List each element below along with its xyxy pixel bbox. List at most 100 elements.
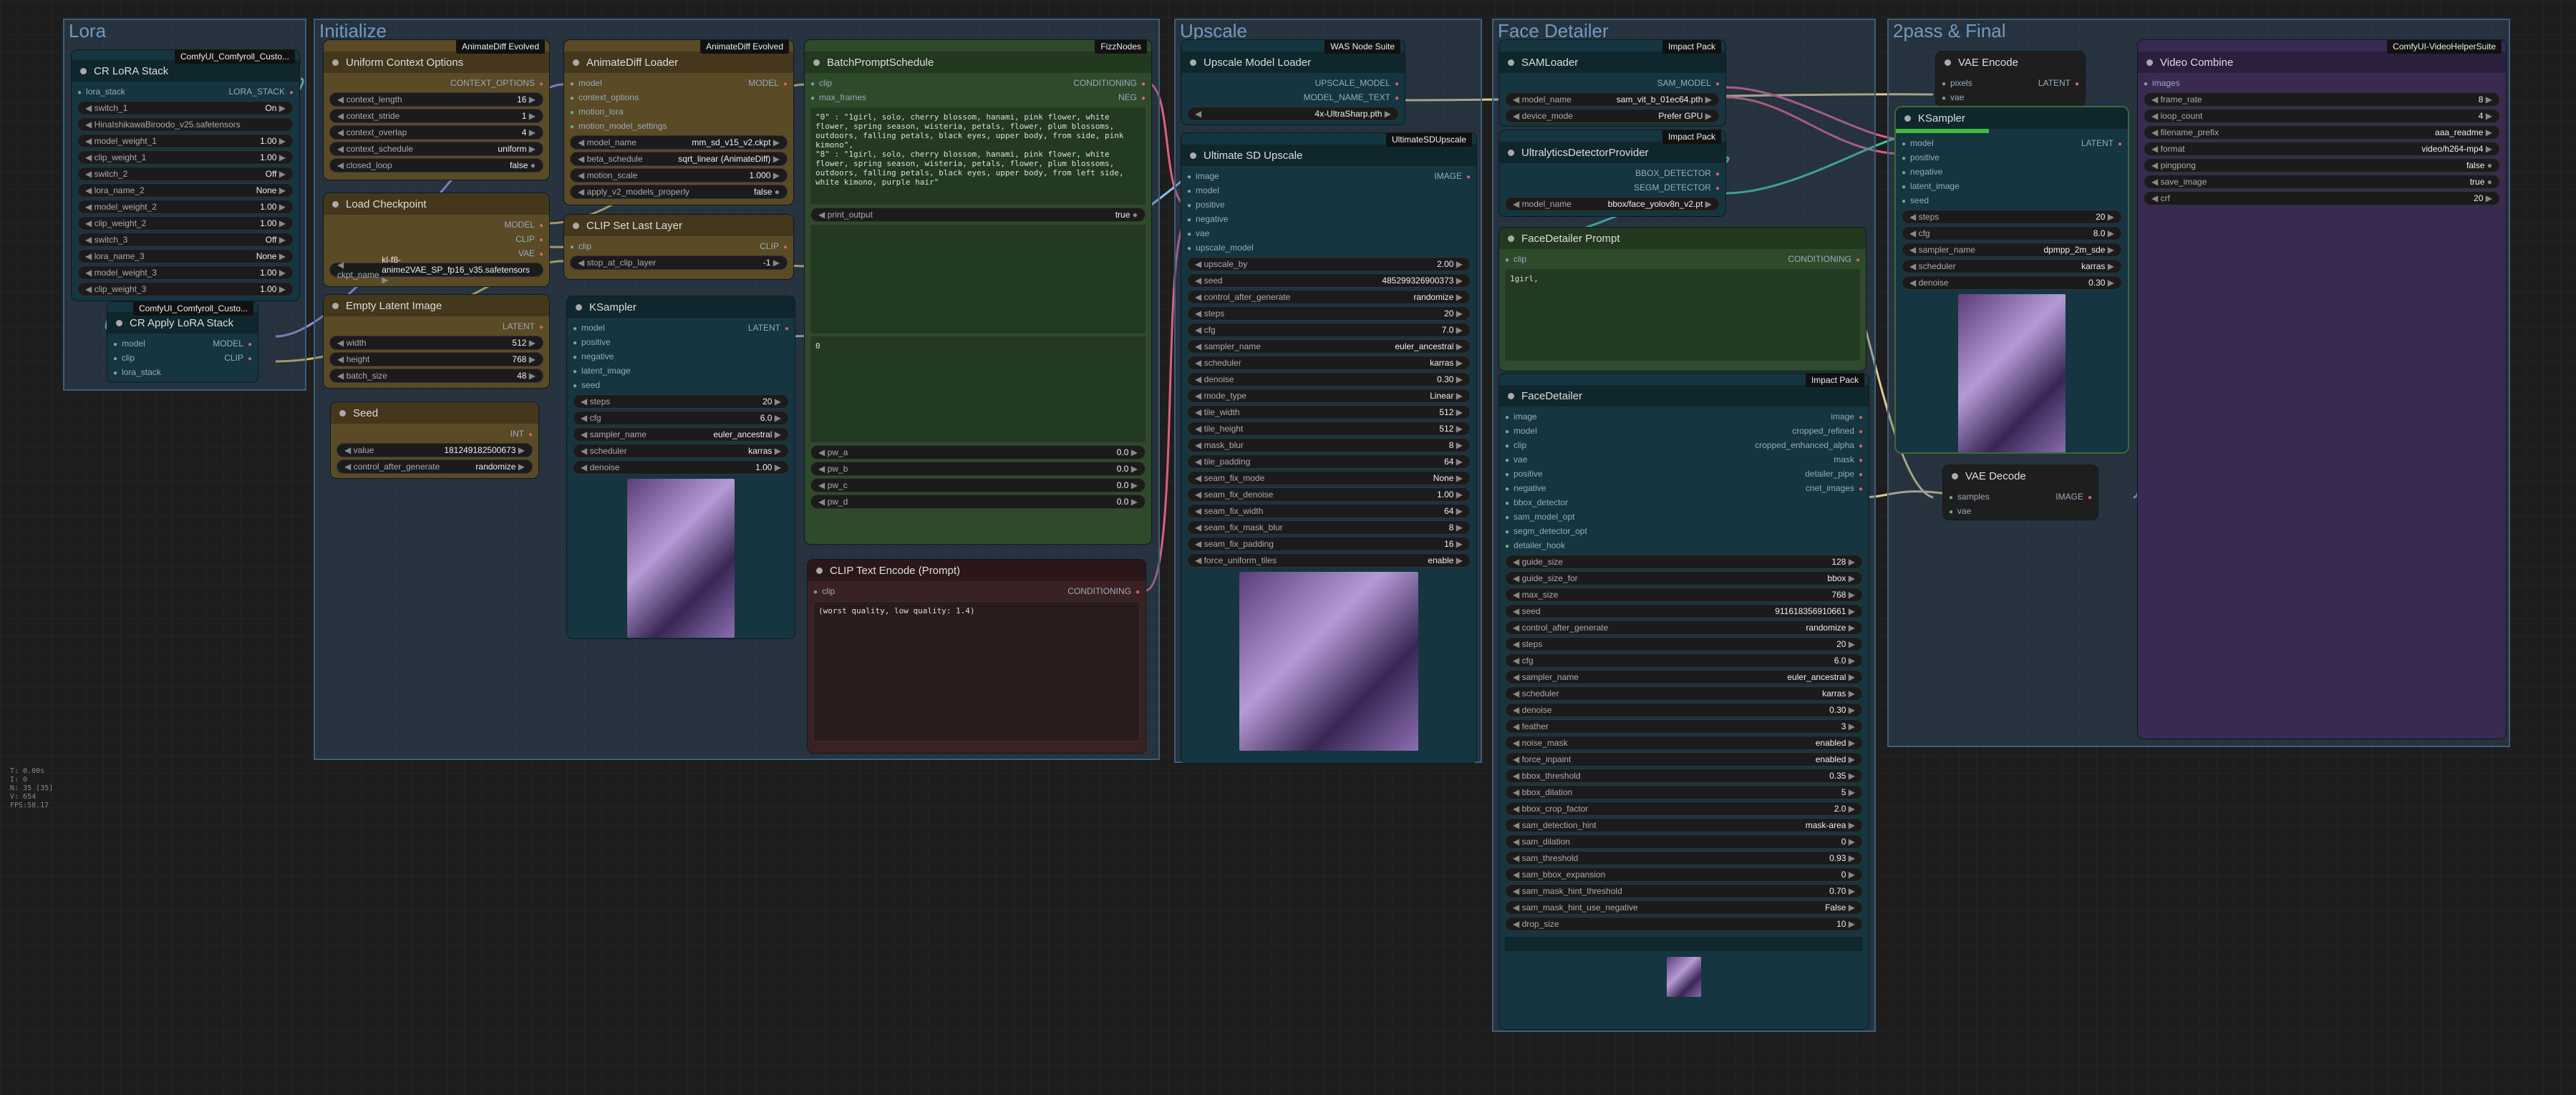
widget-clip-weight-2[interactable]: clip_weight_21.00 — [77, 216, 294, 230]
widget-scheduler[interactable]: schedulerkarras — [573, 444, 789, 458]
collapse-dot[interactable] — [813, 59, 820, 66]
output-conditioning[interactable]: CONDITIONING — [1073, 78, 1146, 88]
node-facedetailer[interactable]: Impact Pack FaceDetailer image image model… — [1499, 374, 1869, 1029]
input-image[interactable]: image — [1187, 171, 1219, 181]
input-vae[interactable]: vae — [1949, 506, 1971, 516]
widget-model-name[interactable]: model_namesam_vit_b_01ec64.pth — [1505, 92, 1720, 107]
collapse-dot[interactable] — [2146, 59, 2153, 66]
widget-sam-dilation[interactable]: sam_dilation0 — [1505, 834, 1863, 849]
node-clip-set-last-layer[interactable]: CLIP Set Last Layer clip CLIP stop_at_cli… — [564, 215, 793, 279]
widget-max-size[interactable]: max_size768 — [1505, 588, 1863, 602]
widget-steps[interactable]: steps20 — [573, 394, 789, 409]
widget-context-stride[interactable]: context_stride1 — [329, 109, 543, 123]
widget-crf[interactable]: crf20 — [2144, 191, 2500, 205]
widget-tile-width[interactable]: tile_width512 — [1187, 405, 1471, 419]
widget-sampler-name[interactable]: sampler_nameeuler_ancestral — [1505, 670, 1863, 684]
input-images[interactable]: images — [2144, 78, 2180, 88]
widget-ckpt-name[interactable]: ckpt_namekl-f8-anime2VAE_SP_fp16_v35.saf… — [329, 255, 543, 280]
output-neg[interactable]: NEG — [1118, 92, 1146, 102]
input-segm-detector-opt[interactable]: segm_detector_opt — [1505, 526, 1587, 536]
widget-control-after-generate[interactable]: control_after_generaterandomize — [1505, 620, 1863, 635]
widget-force-inpaint[interactable]: force_inpaintenabled — [1505, 752, 1863, 766]
widget-seed-value[interactable]: value181249182500673 — [336, 443, 533, 457]
input-positive[interactable]: positive — [1187, 200, 1225, 210]
input-clip[interactable]: clip — [1505, 254, 1526, 264]
widget-print-output[interactable]: print_outputtrue — [810, 208, 1146, 222]
widget-control-after-generate[interactable]: control_after_generaterandomize — [336, 459, 533, 474]
widget-denoise[interactable]: denoise0.30 — [1505, 703, 1863, 717]
node-upscale-model-loader[interactable]: WAS Node Suite Upscale Model Loader UPSC… — [1181, 40, 1405, 125]
collapse-dot[interactable] — [1945, 59, 1951, 66]
node-clip-text-encode[interactable]: CLIP Text Encode (Prompt) clip CONDITIONI… — [808, 560, 1146, 753]
widget-scheduler[interactable]: schedulerkarras — [1505, 686, 1863, 701]
widget-seam-fix-width[interactable]: seam_fix_width64 — [1187, 504, 1471, 518]
output-lora-stack[interactable]: LORA_STACK — [228, 87, 294, 97]
widget-batch-size[interactable]: batch_size48 — [329, 369, 543, 383]
node-animatediff-loader[interactable]: AnimateDiff Evolved AnimateDiff Loader m… — [564, 40, 793, 205]
collapse-dot[interactable] — [332, 59, 339, 66]
input-latent-image[interactable]: latent_image — [573, 366, 631, 376]
collapse-dot[interactable] — [576, 303, 582, 311]
widget-model-weight-2[interactable]: model_weight_21.00 — [77, 200, 294, 214]
widget-sampler-name[interactable]: sampler_namedpmpp_2m_sde — [1902, 243, 2122, 257]
widget-stop-at-clip-layer[interactable]: stop_at_clip_layer-1 — [570, 256, 788, 270]
output-detailer-pipe[interactable]: detailer_pipe — [1805, 469, 1863, 479]
node-ultralytics-detector[interactable]: Impact Pack UltralyticsDetectorProvider … — [1499, 130, 1725, 216]
output-conditioning[interactable]: CONDITIONING — [1067, 586, 1140, 596]
output-segm-detector[interactable]: SEGM_DETECTOR — [1634, 182, 1720, 193]
widget-sampler-name[interactable]: sampler_nameeuler_ancestral — [573, 427, 789, 442]
widget-seam-fix-padding[interactable]: seam_fix_padding16 — [1187, 537, 1471, 551]
widget-switch-2[interactable]: switch_2Off — [77, 167, 294, 181]
widget-tile-padding[interactable]: tile_padding64 — [1187, 454, 1471, 469]
widget-seed[interactable]: seed911618356910661 — [1505, 604, 1863, 618]
input-motion-model-settings[interactable]: motion_model_settings — [570, 121, 667, 131]
collapse-dot[interactable] — [332, 302, 339, 309]
widget-filename-prefix[interactable]: filename_prefixaaa_readme — [2144, 125, 2500, 140]
node-empty-latent-image[interactable]: Empty Latent Image LATENT width512 heigh… — [324, 295, 549, 388]
widget-pw-b[interactable]: pw_b0.0 — [810, 462, 1146, 476]
widget-apply-v2[interactable]: apply_v2_models_properlyfalse — [570, 185, 788, 199]
widget-closed-loop[interactable]: closed_loopfalse — [329, 158, 543, 172]
widget-motion-scale[interactable]: motion_scale1.000 — [570, 168, 788, 182]
input-negative[interactable]: negative — [1902, 167, 1942, 177]
node-batch-prompt-schedule[interactable]: FizzNodes BatchPromptSchedule clip CONDIT… — [805, 40, 1151, 544]
widget-bbox-threshold[interactable]: bbox_threshold0.35 — [1505, 769, 1863, 783]
collapse-dot[interactable] — [573, 222, 579, 229]
node-video-combine[interactable]: ComfyUI-VideoHelperSuite Video Combine i… — [2138, 40, 2506, 739]
widget-control-after-generate[interactable]: control_after_generaterandomize — [1187, 290, 1471, 304]
widget-sam-detection-hint[interactable]: sam_detection_hintmask-area — [1505, 818, 1863, 832]
widget-sam-threshold[interactable]: sam_threshold0.93 — [1505, 851, 1863, 865]
widget-seed[interactable]: seed485299326900373 — [1187, 273, 1471, 288]
node-cr-lora-stack[interactable]: ComfyUI_Comfyroll_Custo... CR LoRA Stack… — [72, 50, 299, 301]
input-sam-model-opt[interactable]: sam_model_opt — [1505, 512, 1574, 522]
widget-tile-height[interactable]: tile_height512 — [1187, 422, 1471, 436]
widget-frame-rate[interactable]: frame_rate8 — [2144, 92, 2500, 107]
node-vae-decode[interactable]: VAE Decode samples IMAGE vae — [1943, 465, 2098, 520]
widget-sampler-name[interactable]: sampler_nameeuler_ancestral — [1187, 339, 1471, 354]
widget-cfg[interactable]: cfg7.0 — [1187, 323, 1471, 337]
widget-cfg[interactable]: cfg6.0 — [1505, 653, 1863, 668]
input-vae[interactable]: vae — [1505, 454, 1527, 464]
widget-loop-count[interactable]: loop_count4 — [2144, 109, 2500, 123]
widget-guide-size[interactable]: guide_size128 — [1505, 555, 1863, 569]
node-facedetailer-prompt[interactable]: FaceDetailer Prompt clip CONDITIONING 1gi… — [1499, 228, 1866, 371]
widget-denoise[interactable]: denoise0.30 — [1902, 276, 2122, 290]
input-context-options[interactable]: context_options — [570, 92, 639, 102]
input-vae[interactable]: vae — [1942, 92, 1964, 102]
output-cropped-refined[interactable]: cropped_refined — [1792, 426, 1863, 436]
input-bbox-detector[interactable]: bbox_detector — [1505, 497, 1568, 507]
widget-lora-name-3[interactable]: lora_name_3None — [77, 249, 294, 263]
collapse-dot[interactable] — [1190, 152, 1196, 159]
input-negative[interactable]: negative — [1187, 214, 1228, 224]
input-clip[interactable]: clip — [813, 586, 835, 596]
input-detailer-hook[interactable]: detailer_hook — [1505, 540, 1565, 550]
output-model-name-text[interactable]: MODEL_NAME_TEXT — [1304, 92, 1399, 102]
input-positive[interactable]: positive — [1902, 152, 1940, 162]
collapse-dot[interactable] — [1508, 392, 1514, 399]
collapse-dot[interactable] — [80, 67, 87, 74]
node-ultimate-sd-upscale[interactable]: UltimateSDUpscale Ultimate SD Upscale im… — [1181, 133, 1476, 763]
widget-mode-type[interactable]: mode_typeLinear — [1187, 389, 1471, 403]
input-clip[interactable]: clip — [570, 241, 591, 251]
input-seed[interactable]: seed — [1902, 195, 1929, 205]
output-mask[interactable]: mask — [1834, 454, 1863, 464]
